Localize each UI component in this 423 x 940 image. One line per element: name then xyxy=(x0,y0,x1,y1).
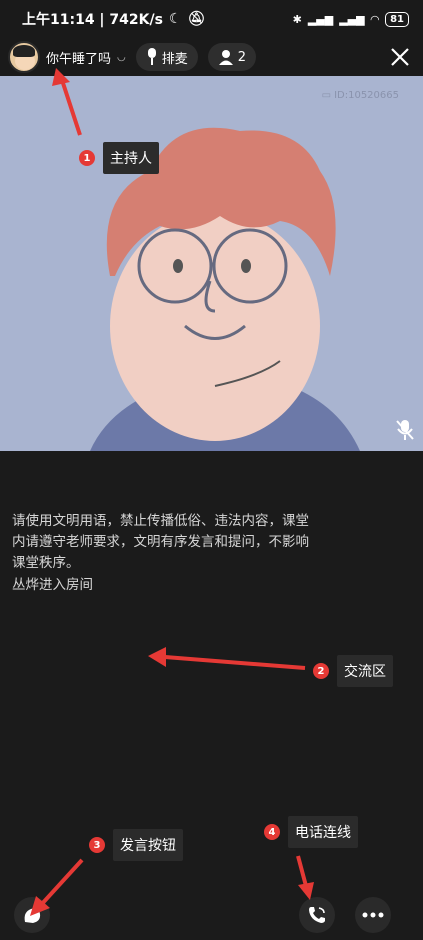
host-status-icon: ◡ xyxy=(117,51,126,63)
annotation-label: 发言按钮 xyxy=(113,829,183,861)
more-dots-icon xyxy=(362,912,384,918)
annotation-speak: 3 发言按钮 xyxy=(89,829,183,861)
join-message: 丛烨进入房间 xyxy=(12,577,93,593)
signal-icon-2: ▂▄▆ xyxy=(339,12,365,26)
annotation-label: 电话连线 xyxy=(288,816,358,848)
bluetooth-icon: ✱ xyxy=(292,12,302,26)
annotation-number: 2 xyxy=(313,663,329,679)
members-button[interactable]: 2 xyxy=(207,43,257,71)
room-id-text: ID:10520665 xyxy=(334,90,399,101)
moon-icon: ☾ xyxy=(168,11,182,27)
microphone-icon xyxy=(147,48,156,65)
more-button[interactable] xyxy=(355,897,391,933)
member-count: 2 xyxy=(237,49,247,65)
battery-indicator: 81 xyxy=(385,11,409,27)
mic-muted-indicator xyxy=(395,419,415,445)
mic-queue-button[interactable]: 排麦 xyxy=(135,43,198,71)
annotation-number: 4 xyxy=(264,824,280,840)
status-bar: 上午11:14 | 742K/s ☾ 🔕︎ ✱ ▂▄▆ ▂▄▆ ◠ 81 xyxy=(0,0,423,38)
host-info[interactable]: 你午睡了吗 ◡ xyxy=(8,41,126,73)
room-rules-notice: 请使用文明用语，禁止传播低俗、违法内容，课堂内请遵守老师要求，文明有序发言和提问… xyxy=(12,513,309,571)
wifi-icon: ◠ xyxy=(370,12,380,26)
annotation-chat: 2 交流区 xyxy=(313,655,393,687)
speak-button[interactable] xyxy=(14,897,50,933)
host-name: 你午睡了吗 xyxy=(46,51,112,67)
teacher-illustration xyxy=(90,127,360,451)
phone-icon xyxy=(309,907,325,923)
video-area: ▭ ID:10520665 xyxy=(0,76,423,451)
status-time-speed: 上午11:14 | 742K/s xyxy=(22,12,163,28)
room-top-bar: 你午睡了吗 ◡ 排麦 2 xyxy=(0,38,423,76)
person-icon xyxy=(218,50,233,65)
room-id: ▭ ID:10520665 xyxy=(322,90,399,101)
signal-icon: ▂▄▆ xyxy=(307,12,334,26)
mic-off-icon xyxy=(396,420,414,440)
annotation-phone: 4 电话连线 xyxy=(264,816,358,848)
mic-queue-label: 排麦 xyxy=(161,51,188,67)
annotation-label: 主持人 xyxy=(103,142,159,174)
annotation-number: 1 xyxy=(79,150,95,166)
chat-area[interactable]: 请使用文明用语，禁止传播低俗、违法内容，课堂内请遵守老师要求，文明有序发言和提问… xyxy=(0,451,423,940)
notifications-off-icon: 🔕︎ xyxy=(187,11,206,27)
phone-connect-button[interactable] xyxy=(299,897,335,933)
annotation-number: 3 xyxy=(89,837,105,853)
close-button[interactable] xyxy=(385,42,415,72)
camera-icon: ▭ xyxy=(321,90,332,101)
annotation-host: 1 主持人 xyxy=(79,142,159,174)
close-icon xyxy=(391,48,409,66)
host-avatar[interactable] xyxy=(8,41,40,73)
annotation-label: 交流区 xyxy=(337,655,393,687)
hand-raise-icon xyxy=(24,908,41,923)
